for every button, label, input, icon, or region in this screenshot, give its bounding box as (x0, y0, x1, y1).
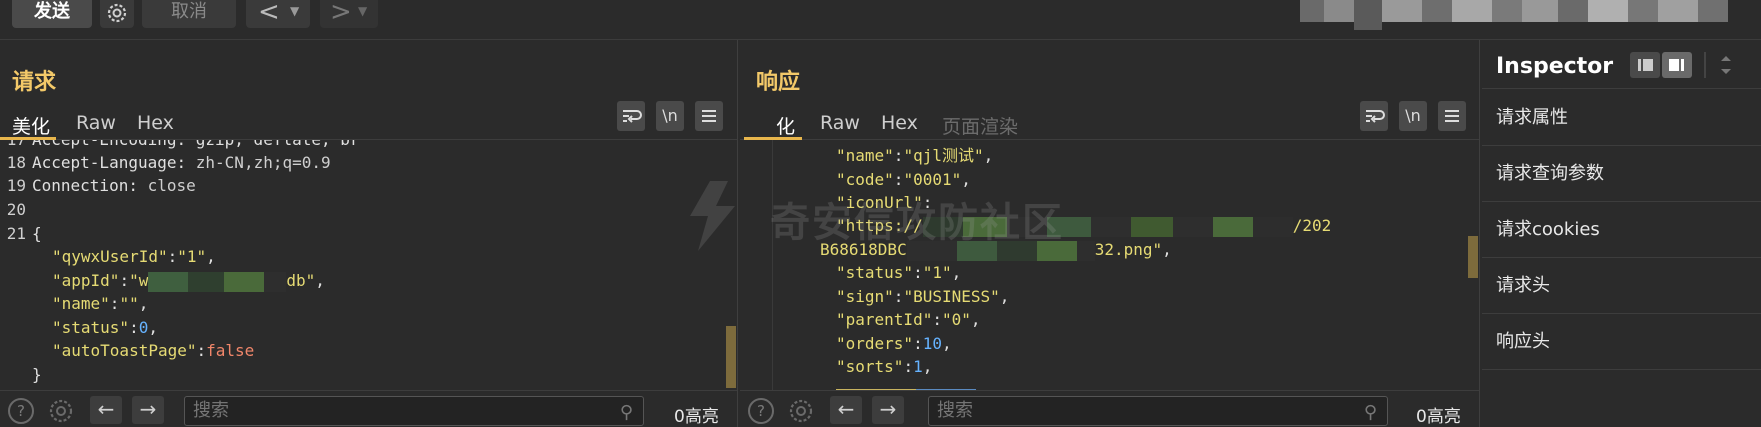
help-icon[interactable]: ? (8, 398, 34, 424)
request-panel: 请求 美化 Raw Hex \n 17 Accept-Encoding: gzi… (0, 40, 738, 427)
request-scrollbar-thumb[interactable] (726, 326, 736, 388)
highlight-count: 0高亮 (1416, 407, 1461, 427)
code-line: { (32, 224, 42, 243)
wrap-lines-button[interactable] (617, 101, 645, 131)
help-icon[interactable]: ? (748, 398, 774, 424)
tab-hex[interactable]: Hex (881, 112, 918, 134)
inspector-layout-right-button[interactable] (1662, 52, 1692, 78)
response-search-bar: ? ← → ⚲ 0高亮 (740, 390, 1479, 427)
wrap-icon (1366, 110, 1385, 123)
response-title: 响应 (756, 70, 801, 95)
next-match-button[interactable]: → (132, 396, 164, 424)
search-icon: ⚲ (619, 402, 633, 423)
json-line: "code":"0001", (836, 170, 971, 189)
request-editor[interactable]: 17 Accept-Encoding: gzip, deflate, br 18… (0, 140, 737, 427)
tab-raw[interactable]: Raw (76, 112, 116, 134)
gear-icon (789, 399, 813, 423)
search-settings-button[interactable] (786, 397, 816, 427)
line-number: 19 (6, 176, 26, 195)
back-dropdown-icon[interactable]: ▼ (290, 4, 299, 18)
previous-match-button[interactable]: ← (830, 396, 862, 424)
json-line: } (32, 365, 42, 384)
inspector-item-query-params[interactable]: 请求查询参数 (1482, 146, 1761, 202)
menu-icon (702, 110, 716, 122)
expand-collapse-button[interactable] (1714, 54, 1738, 81)
divider (1482, 88, 1761, 89)
menu-button[interactable] (695, 101, 723, 131)
json-line: "appId":"w db", (52, 271, 325, 292)
expand-icon (1721, 56, 1731, 74)
code-line: Accept-Encoding: gzip, deflate, br (32, 140, 360, 152)
inspector-item-response-headers[interactable]: 响应头 (1482, 314, 1761, 370)
wrap-lines-button[interactable] (1360, 101, 1388, 131)
request-search-input[interactable] (193, 400, 576, 421)
forward-arrow-icon: > (330, 0, 352, 27)
inspector-item-request-headers[interactable]: 请求头 (1482, 258, 1761, 314)
json-line: "orders":10, (836, 334, 952, 353)
tab-raw[interactable]: Raw (820, 112, 860, 134)
json-line: "name":"", (52, 294, 149, 313)
wrap-icon (623, 110, 642, 123)
cancel-button[interactable]: 取消 (142, 0, 236, 28)
back-arrow-icon: < (258, 0, 280, 27)
send-button[interactable]: 发送 (12, 0, 92, 28)
forward-button[interactable]: > ▼ (320, 0, 378, 28)
request-title: 请求 (12, 70, 57, 95)
response-scrollbar-thumb[interactable] (1468, 236, 1478, 278)
response-search-input-box[interactable]: ⚲ (928, 396, 1388, 426)
json-line: "status":0, (52, 318, 158, 337)
inspector-item-request-cookies[interactable]: 请求cookies (1482, 202, 1761, 258)
separator (1704, 52, 1706, 78)
back-button[interactable]: < ▼ (246, 0, 310, 28)
menu-icon (1445, 110, 1459, 122)
tab-hex[interactable]: Hex (137, 112, 174, 134)
next-match-button[interactable]: → (872, 396, 904, 424)
code-line: Accept-Language: zh-CN,zh;q=0.9 (32, 153, 331, 172)
response-editor[interactable]: "name":"qjl测试", "code":"0001", "iconUrl"… (740, 140, 1479, 427)
request-search-bar: ? ← → ⚲ 0高亮 (0, 390, 737, 427)
json-line: "status":"1", (836, 263, 962, 282)
tab-pretty[interactable]: 化 (776, 112, 795, 139)
line-number: 21 (6, 224, 26, 243)
response-search-input[interactable] (937, 400, 1320, 421)
watermark-text: 奇安信攻防社区 (770, 200, 1064, 246)
gear-icon (49, 399, 73, 423)
highlight-count: 0高亮 (674, 407, 719, 427)
search-icon: ⚲ (1363, 402, 1377, 423)
inspector-title: Inspector (1496, 54, 1614, 79)
gear-button[interactable] (100, 0, 134, 28)
request-search-input-box[interactable]: ⚲ (184, 396, 644, 426)
previous-match-button[interactable]: ← (90, 396, 122, 424)
menu-button[interactable] (1438, 101, 1466, 131)
inspector-item-request-attributes[interactable]: 请求属性 (1482, 90, 1761, 146)
forward-dropdown-icon[interactable]: ▼ (358, 4, 367, 18)
json-line: "sorts":1, (836, 357, 933, 376)
json-line: "sign":"BUSINESS", (836, 287, 1010, 306)
search-settings-button[interactable] (46, 397, 76, 427)
watermark-logo (680, 176, 750, 261)
newline-toggle-button[interactable]: \n (656, 101, 684, 131)
line-number: 18 (6, 153, 26, 172)
newline-toggle-button[interactable]: \n (1399, 101, 1427, 131)
tab-render[interactable]: 页面渲染 (942, 112, 1018, 139)
json-line: "qywxUserId":"1", (52, 247, 216, 266)
top-toolbar: 发送 取消 < ▼ > ▼ (0, 0, 1761, 40)
inspector-layout-left-button[interactable] (1630, 52, 1660, 78)
code-line: Connection: close (32, 176, 196, 195)
tab-pretty[interactable]: 美化 (12, 112, 50, 139)
line-number: 20 (6, 200, 26, 219)
json-line: "autoToastPage":false (52, 341, 255, 360)
line-number: 17 (0, 140, 26, 152)
json-line: "name":"qjl测试", (836, 146, 994, 165)
json-line: "parentId":"0", (836, 310, 981, 329)
inspector-panel: Inspector 请求属性 请求查询参数 请求cookies 请求头 响应头 (1482, 40, 1761, 427)
gear-icon (107, 3, 127, 23)
